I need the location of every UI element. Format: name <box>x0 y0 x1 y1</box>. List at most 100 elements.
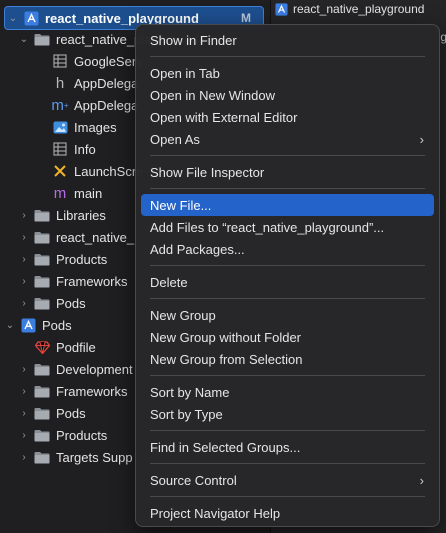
menu-item-label: Open in New Window <box>150 87 275 103</box>
menu-item-add-packages[interactable]: Add Packages... <box>141 238 434 260</box>
menu-item-add-files[interactable]: Add Files to “react_native_playground”..… <box>141 216 434 238</box>
disclosure-chevron-down-icon[interactable]: ⌄ <box>4 320 16 331</box>
menu-item-open-in-tab[interactable]: Open in Tab <box>141 62 434 84</box>
navigator-item-label: Targets Supp <box>56 449 133 465</box>
folder-icon <box>34 383 50 399</box>
folder-icon <box>34 207 50 223</box>
navigator-item-label: Products <box>56 427 108 443</box>
navigator-item-label: react_native_ <box>56 229 135 245</box>
disclosure-chevron-right-icon[interactable]: › <box>18 254 30 265</box>
folder-icon <box>34 449 50 465</box>
menu-item-label: Sort by Name <box>150 384 230 400</box>
menu-item-label: Add Packages... <box>150 241 245 257</box>
menu-item-label: New Group without Folder <box>150 329 302 345</box>
folder-icon <box>34 273 50 289</box>
menu-separator <box>150 430 425 431</box>
menu-item-label: Delete <box>150 274 188 290</box>
disclosure-chevron-down-icon[interactable]: ⌄ <box>7 13 19 24</box>
menu-item-sort-by-name[interactable]: Sort by Name <box>141 381 434 403</box>
disclosure-chevron-right-icon[interactable]: › <box>18 430 30 441</box>
disclosure-chevron-down-icon[interactable]: ⌄ <box>18 34 30 45</box>
folder-icon <box>34 251 50 267</box>
objc-m-purple-icon: m <box>53 184 67 202</box>
menu-item-label: Add Files to “react_native_playground”..… <box>150 219 385 235</box>
asset-catalog-icon <box>52 119 68 135</box>
menu-item-new-group-from-selection[interactable]: New Group from Selection <box>141 348 434 370</box>
disclosure-chevron-right-icon[interactable]: › <box>18 298 30 309</box>
breadcrumb-label: react_native_playground <box>293 2 425 16</box>
menu-item-find-in-selected-groups[interactable]: Find in Selected Groups... <box>141 436 434 458</box>
disclosure-chevron-right-icon[interactable]: › <box>18 232 30 243</box>
disclosure-chevron-right-icon[interactable]: › <box>18 408 30 419</box>
menu-item-label: Project Navigator Help <box>150 505 281 521</box>
menu-separator <box>150 188 425 189</box>
menu-separator <box>150 496 425 497</box>
navigator-item-label: LaunchScre <box>74 163 144 179</box>
menu-item-show-in-finder[interactable]: Show in Finder <box>141 29 434 51</box>
objc-m-icon: m + <box>51 96 69 114</box>
navigator-item-label: main <box>74 185 103 201</box>
menu-item-open-in-new-window[interactable]: Open in New Window <box>141 84 434 106</box>
menu-item-label: Show in Finder <box>150 32 237 48</box>
menu-item-label: Source Control <box>150 472 237 488</box>
folder-icon <box>34 229 50 245</box>
menu-item-label: New File... <box>150 197 212 213</box>
context-menu: Show in Finder Open in Tab Open in New W… <box>135 24 440 527</box>
folder-icon <box>34 405 50 421</box>
navigator-item-label: Info <box>74 141 96 157</box>
navigator-item-label: Pods <box>42 317 72 333</box>
navigator-item-label: Development <box>56 361 133 377</box>
submenu-chevron-icon: › <box>419 472 424 488</box>
folder-icon <box>34 361 50 377</box>
plist-table-icon <box>52 53 68 69</box>
menu-item-label: Find in Selected Groups... <box>150 439 301 455</box>
submenu-chevron-icon: › <box>419 131 424 147</box>
disclosure-chevron-right-icon[interactable]: › <box>18 364 30 375</box>
menu-item-label: Sort by Type <box>150 406 223 422</box>
menu-item-open-as[interactable]: Open As › <box>141 128 434 150</box>
menu-item-source-control[interactable]: Source Control › <box>141 469 434 491</box>
xcode-project-icon <box>23 10 39 26</box>
navigator-item-label: AppDelega <box>74 97 139 113</box>
menu-separator <box>150 298 425 299</box>
navigator-item-label: GoogleServ <box>74 53 143 69</box>
breadcrumb[interactable]: react_native_playground <box>275 2 424 16</box>
storyboard-x-icon <box>52 163 68 179</box>
menu-item-project-navigator-help[interactable]: Project Navigator Help <box>141 502 434 524</box>
menu-item-open-with-external-editor[interactable]: Open with External Editor <box>141 106 434 128</box>
xcode-project-icon <box>275 2 288 16</box>
menu-item-label: New Group from Selection <box>150 351 303 367</box>
menu-separator <box>150 155 425 156</box>
editor-text-fragment: g <box>440 30 446 44</box>
header-h-icon: h <box>55 74 65 92</box>
menu-item-new-group-without-folder[interactable]: New Group without Folder <box>141 326 434 348</box>
menu-separator <box>150 375 425 376</box>
navigator-item-label: AppDelega <box>74 75 139 91</box>
menu-item-label: Open in Tab <box>150 65 220 81</box>
ruby-gem-icon <box>34 339 50 355</box>
navigator-item-label: Frameworks <box>56 383 128 399</box>
navigator-item-label: Products <box>56 251 108 267</box>
disclosure-chevron-right-icon[interactable]: › <box>18 452 30 463</box>
disclosure-chevron-right-icon[interactable]: › <box>18 276 30 287</box>
xcode-project-icon <box>20 317 36 333</box>
disclosure-chevron-right-icon[interactable]: › <box>18 386 30 397</box>
disclosure-chevron-right-icon[interactable]: › <box>18 210 30 221</box>
menu-separator <box>150 56 425 57</box>
menu-item-new-file[interactable]: New File... <box>141 194 434 216</box>
navigator-item-label: Podfile <box>56 339 96 355</box>
menu-item-label: Show File Inspector <box>150 164 265 180</box>
navigator-item-label: Libraries <box>56 207 106 223</box>
menu-item-delete[interactable]: Delete <box>141 271 434 293</box>
folder-icon <box>34 31 50 47</box>
menu-item-label: Open with External Editor <box>150 109 298 125</box>
navigator-item-label: Images <box>74 119 117 135</box>
menu-item-new-group[interactable]: New Group <box>141 304 434 326</box>
menu-item-label: Open As <box>150 131 200 147</box>
plist-table-icon <box>52 141 68 157</box>
menu-separator <box>150 265 425 266</box>
modified-badge: M <box>241 11 251 25</box>
folder-icon <box>34 295 50 311</box>
menu-item-show-file-inspector[interactable]: Show File Inspector <box>141 161 434 183</box>
menu-item-sort-by-type[interactable]: Sort by Type <box>141 403 434 425</box>
